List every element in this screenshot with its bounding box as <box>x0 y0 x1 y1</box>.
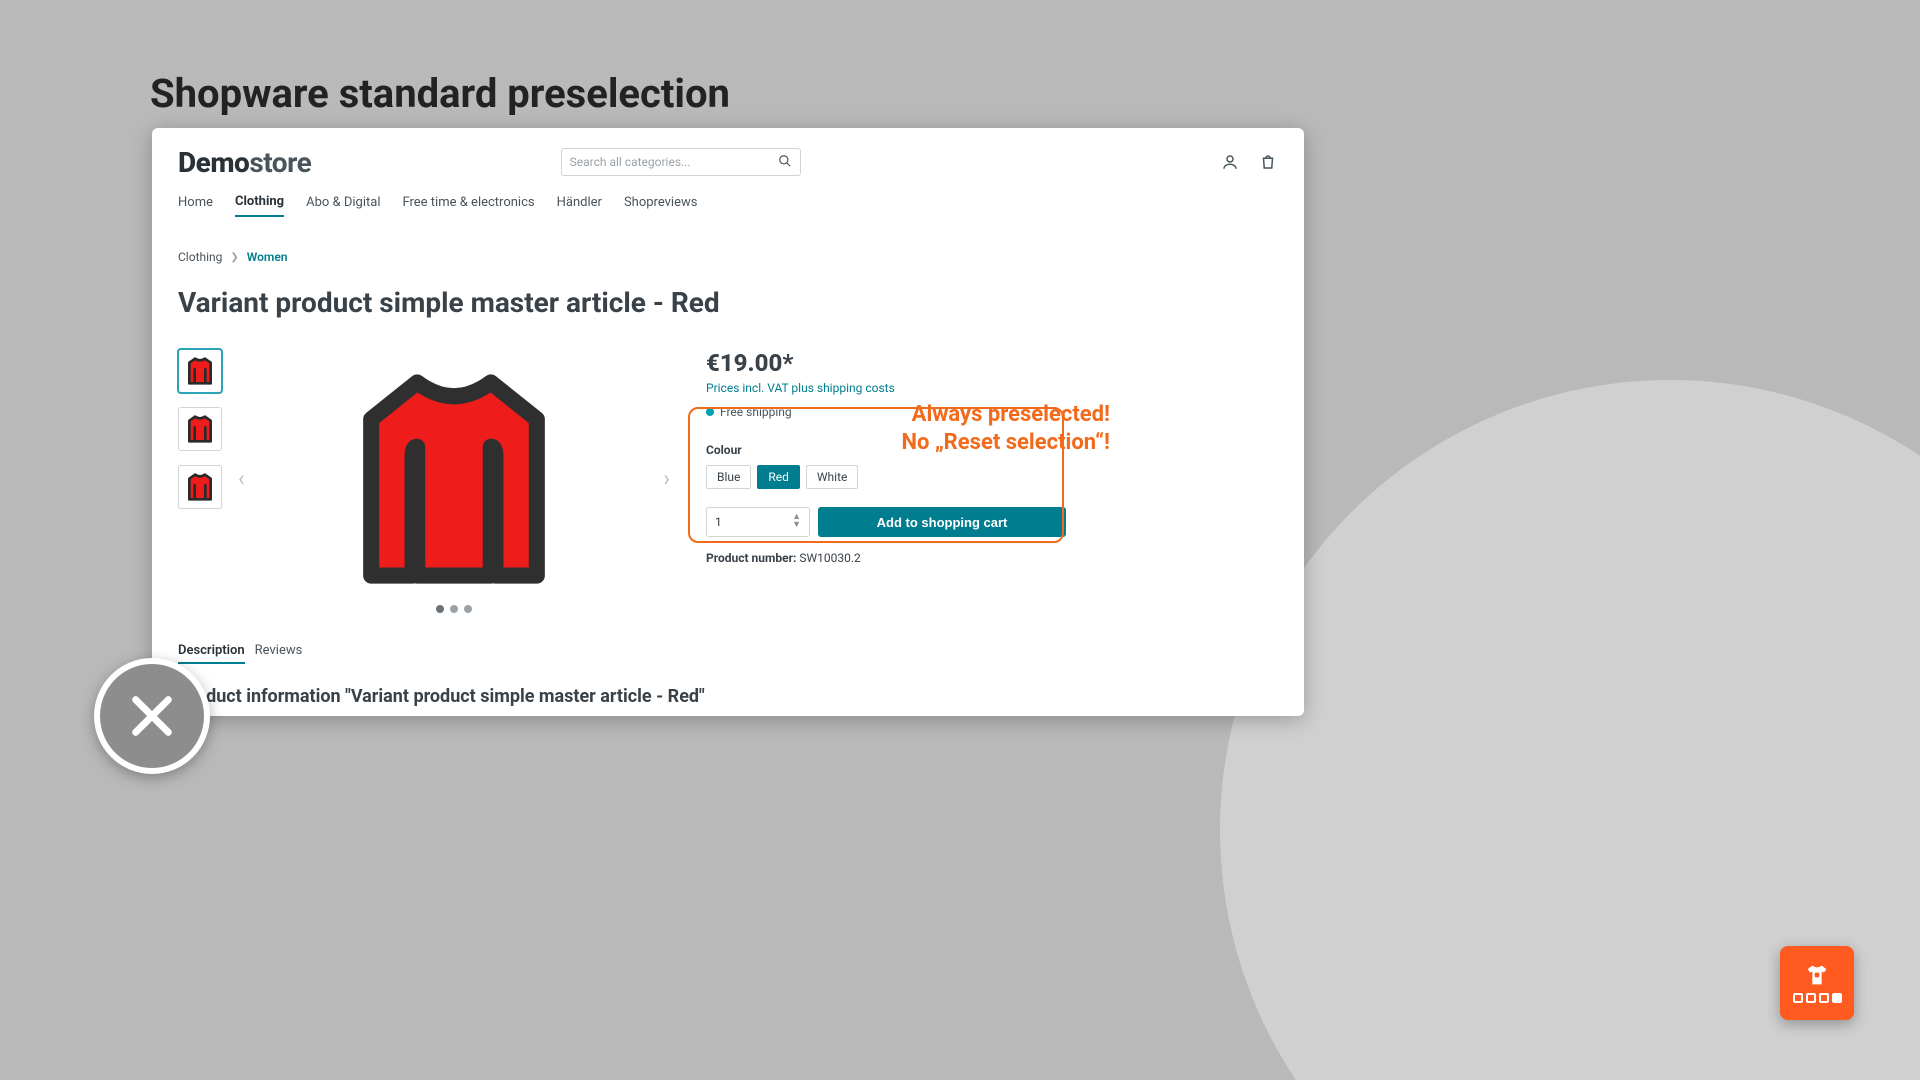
nav-item-abo[interactable]: Abo & Digital <box>306 195 380 216</box>
search-icon[interactable] <box>778 154 792 171</box>
product-gallery: ‹ › <box>234 349 674 609</box>
sweater-icon <box>183 414 217 444</box>
search-input[interactable]: Search all categories... <box>561 148 801 176</box>
chevron-right-icon: ❯ <box>230 252 238 263</box>
gallery-thumbnails <box>178 349 222 609</box>
shop-logo[interactable]: Demostore <box>178 146 311 179</box>
thumbnail-2[interactable] <box>178 407 222 451</box>
logo-light: store <box>249 146 311 179</box>
slide-title: Shopware standard preselection <box>150 70 730 117</box>
vat-note[interactable]: Prices incl. VAT plus shipping costs <box>706 381 1066 395</box>
gallery-dots <box>436 605 472 613</box>
storefront-window: Demostore Search all categories... Home … <box>152 128 1304 716</box>
thumbnail-1[interactable] <box>178 349 222 393</box>
nav-item-haendler[interactable]: Händler <box>557 195 602 216</box>
sweater-icon <box>183 356 217 386</box>
tab-description[interactable]: Description <box>178 643 245 664</box>
nav-item-shopreviews[interactable]: Shopreviews <box>624 195 698 216</box>
shirt-icon <box>1803 963 1831 987</box>
product-tabs: Description Reviews <box>178 643 1278 664</box>
tab-reviews[interactable]: Reviews <box>255 643 303 664</box>
description-heading: Product information "Variant product sim… <box>178 686 1278 707</box>
product-number: Product number: SW10030.2 <box>706 551 1066 565</box>
nav-item-clothing[interactable]: Clothing <box>235 194 284 217</box>
main-nav: Home Clothing Abo & Digital Free time & … <box>178 190 1278 220</box>
thumbnail-3[interactable] <box>178 465 222 509</box>
reject-badge-icon <box>94 658 210 774</box>
cart-icon[interactable] <box>1258 152 1278 172</box>
product-image[interactable] <box>339 354 569 604</box>
annotation-line-1: Always preselected! <box>844 401 1110 429</box>
account-icon[interactable] <box>1220 152 1240 172</box>
annotation-text: Always preselected! No „Reset selection“… <box>844 401 1110 456</box>
plugin-logo-icon <box>1780 946 1854 1020</box>
shop-header: Demostore Search all categories... <box>178 134 1278 190</box>
gallery-prev-icon[interactable]: ‹ <box>238 467 245 492</box>
product-title: Variant product simple master article - … <box>178 286 1278 319</box>
description-body: Lorem ipsum dolor sit amet, consetetur s… <box>178 715 1278 716</box>
product-main-row: ‹ › €19.00* Prices incl. VAT plus shippi… <box>178 349 1278 609</box>
product-price: €19.00* <box>706 349 1066 377</box>
search-placeholder: Search all categories... <box>570 155 691 169</box>
nav-item-free-time[interactable]: Free time & electronics <box>402 195 534 216</box>
breadcrumb-parent[interactable]: Clothing <box>178 250 222 264</box>
sku-label: Product number: <box>706 551 796 565</box>
breadcrumb-current[interactable]: Women <box>247 250 288 264</box>
breadcrumb: Clothing ❯ Women <box>178 250 1278 264</box>
nav-item-home[interactable]: Home <box>178 195 213 216</box>
sku-value: SW10030.2 <box>799 551 860 565</box>
annotation-line-2: No „Reset selection“! <box>844 429 1110 457</box>
gallery-dot-3[interactable] <box>464 605 472 613</box>
sweater-icon <box>183 472 217 502</box>
logo-bold: Demo <box>178 146 249 179</box>
gallery-dot-2[interactable] <box>450 605 458 613</box>
gallery-dot-1[interactable] <box>436 605 444 613</box>
logo-squares <box>1793 993 1842 1003</box>
gallery-next-icon[interactable]: › <box>663 467 670 492</box>
buy-box: €19.00* Prices incl. VAT plus shipping c… <box>706 349 1066 609</box>
annotation-callout-box: Always preselected! No „Reset selection“… <box>688 407 1064 543</box>
